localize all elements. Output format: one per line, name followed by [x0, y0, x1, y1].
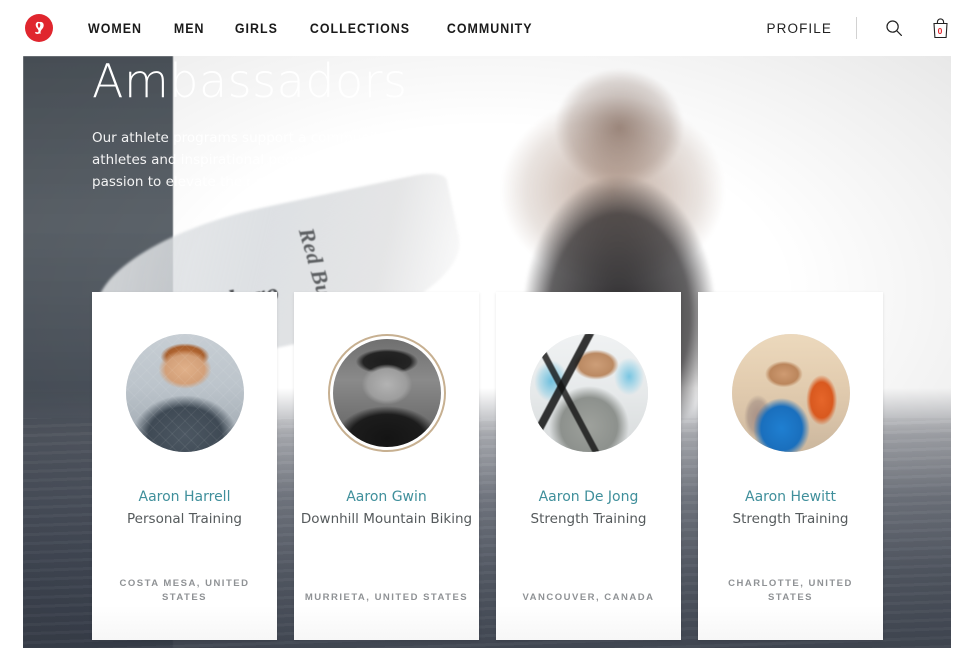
ambassador-location: CHARLOTTE, UNITED STATES: [728, 577, 853, 604]
ambassador-name-link[interactable]: Aaron Hewitt: [745, 488, 836, 506]
hero-copy: Ambassadors Our athlete programs support…: [92, 58, 512, 194]
card-bottom-fade: [496, 606, 681, 640]
hero-description: Our athlete programs support a community…: [92, 130, 452, 190]
ambassador-name-link[interactable]: Aaron De Jong: [539, 488, 639, 506]
lululemon-logo-icon: [25, 14, 53, 42]
ambassador-card[interactable]: Aaron Gwin Downhill Mountain Biking MURR…: [294, 292, 479, 640]
card-bottom-fade: [92, 606, 277, 640]
avatar-aaron-de-jong: [529, 334, 648, 452]
ambassador-card-grid: Aaron Harrell Personal Training COSTA ME…: [92, 292, 883, 640]
ambassador-discipline: Strength Training: [530, 511, 647, 528]
nav-item-girls[interactable]: GIRLS: [222, 21, 291, 36]
ambassador-discipline: Downhill Mountain Biking: [300, 511, 473, 528]
avatar-aaron-gwin: [327, 334, 446, 452]
ambassador-discipline: Personal Training: [127, 511, 242, 528]
search-icon: [886, 20, 902, 36]
ambassador-name-link[interactable]: Aaron Gwin: [346, 488, 427, 506]
site-header: WOMEN MEN GIRLS COLLECTIONS COMMUNITY PR…: [0, 0, 975, 56]
ambassador-location: MURRIETA, UNITED STATES: [304, 592, 469, 604]
ambassador-card[interactable]: Aaron De Jong Strength Training VANCOUVE…: [496, 292, 681, 640]
ambassador-location: VANCOUVER, CANADA: [522, 592, 655, 604]
profile-link[interactable]: PROFILE: [767, 21, 856, 36]
nav-item-women[interactable]: WOMEN: [88, 21, 155, 36]
card-bottom-fade: [698, 606, 883, 640]
shopping-bag-icon: [932, 18, 948, 39]
nav-item-collections[interactable]: COLLECTIONS: [297, 21, 423, 36]
main-navigation: WOMEN MEN GIRLS COLLECTIONS COMMUNITY: [88, 0, 555, 56]
header-divider: [856, 17, 857, 39]
ambassador-discipline: Strength Training: [732, 511, 849, 528]
header-utility-nav: PROFILE 0: [767, 0, 953, 56]
lululemon-logo-link[interactable]: [25, 14, 53, 42]
page-title: Ambassadors: [92, 56, 408, 108]
avatar-aaron-hewitt: [731, 334, 850, 452]
search-button[interactable]: [881, 14, 907, 42]
ambassador-card[interactable]: Aaron Hewitt Strength Training CHARLOTTE…: [698, 292, 883, 640]
ambassador-location: COSTA MESA, UNITED STATES: [119, 577, 250, 604]
ambassador-card[interactable]: Aaron Harrell Personal Training COSTA ME…: [92, 292, 277, 640]
ambassador-name-link[interactable]: Aaron Harrell: [139, 488, 231, 506]
nav-item-community[interactable]: COMMUNITY: [434, 21, 545, 36]
card-bottom-fade: [294, 606, 479, 640]
shopping-bag-button[interactable]: 0: [927, 14, 953, 42]
nav-item-men[interactable]: MEN: [161, 21, 217, 36]
avatar-aaron-harrell: [125, 334, 244, 452]
